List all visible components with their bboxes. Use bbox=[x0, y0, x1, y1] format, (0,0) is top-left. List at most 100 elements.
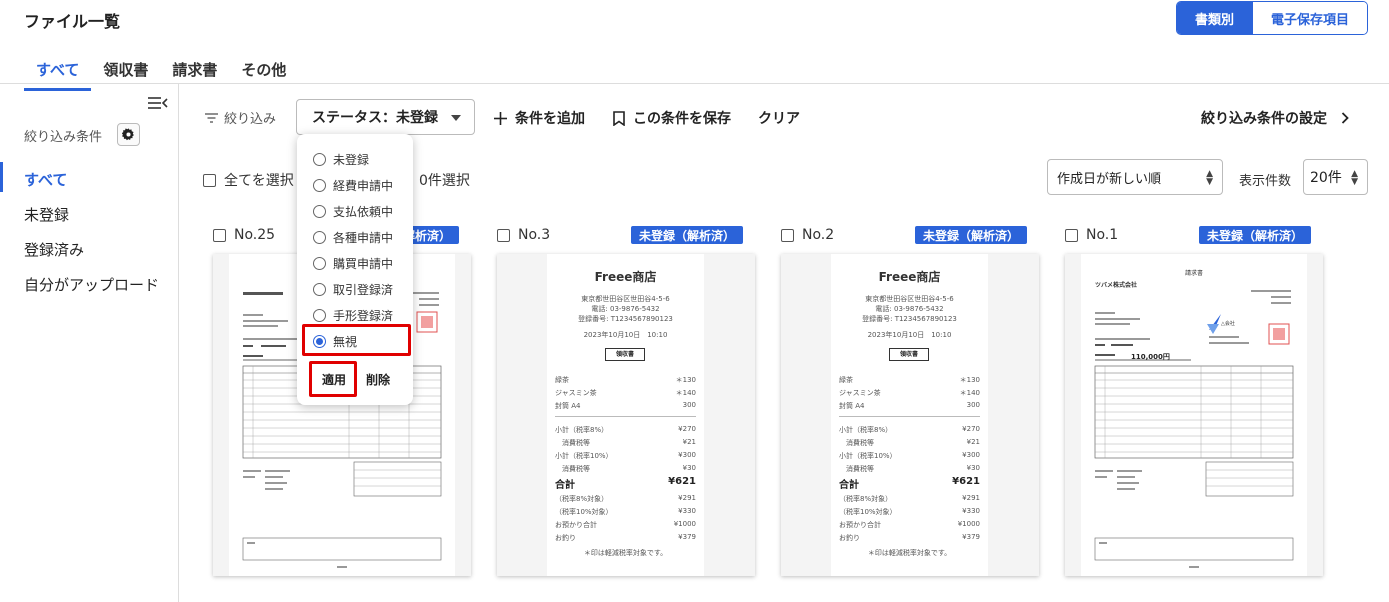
sidebar-collapse-icon[interactable] bbox=[148, 96, 168, 110]
receipt-tax-amount: ¥1000 bbox=[957, 520, 980, 528]
header-divider bbox=[0, 83, 1389, 84]
filter-settings-link[interactable]: 絞り込み条件の設定 bbox=[1201, 108, 1349, 128]
add-condition-button[interactable]: 条件を追加 bbox=[494, 108, 585, 128]
receipt-item-name: ジャスミン茶 bbox=[839, 389, 881, 397]
receipt-subtotal-name: 消費税等 bbox=[555, 465, 590, 473]
receipt-tax-row: （税率10%対象） ¥330 bbox=[555, 507, 696, 517]
receipt-item-row: ジャスミン茶 ＊140 bbox=[555, 388, 696, 398]
receipt-item-row: 緑茶 ＊130 bbox=[555, 375, 696, 385]
receipt-subtotal-name: 小計（税率8%） bbox=[555, 426, 609, 434]
view-by-document-button[interactable]: 書類別 bbox=[1177, 2, 1252, 34]
receipt-subtotal-name: 消費税等 bbox=[555, 439, 590, 447]
status-filter-select[interactable]: ステータス：未登録 bbox=[296, 99, 475, 135]
receipt-item-amount: ＊140 bbox=[675, 389, 696, 397]
bookmark-icon bbox=[613, 110, 625, 126]
receipt-tax-amount: ¥291 bbox=[962, 494, 980, 502]
sidebar-item-registered[interactable]: 登録済み bbox=[24, 239, 84, 260]
receipt-tax-amount: ¥1000 bbox=[673, 520, 696, 528]
radio-button[interactable] bbox=[313, 179, 326, 192]
add-condition-label: 条件を追加 bbox=[515, 111, 585, 127]
card-checkbox[interactable] bbox=[213, 229, 226, 242]
updown-icon: ▲ ▼ bbox=[1206, 169, 1213, 187]
receipt-subtotal-row: 小計（税率10%） ¥300 bbox=[839, 451, 980, 461]
caret-down-icon bbox=[451, 115, 461, 121]
card-number: No.3 bbox=[518, 227, 551, 243]
receipt-item-amount: ＊130 bbox=[675, 376, 696, 384]
status-option-transaction-registered[interactable]: 取引登録済 bbox=[313, 281, 393, 298]
receipt-item-row: 緑茶 ＊130 bbox=[839, 375, 980, 385]
receipt-address: 東京都世田谷区世田谷4-5-6 bbox=[581, 295, 670, 303]
receipt-subtotal-amount: ¥300 bbox=[678, 451, 696, 459]
status-option-label: 支払依頼中 bbox=[333, 205, 394, 219]
filter-label: 絞り込み bbox=[205, 108, 276, 127]
receipt-item-amount: ＊140 bbox=[959, 389, 980, 397]
status-option-payment-requesting[interactable]: 支払依頼中 bbox=[313, 203, 393, 220]
receipt-tax-amount: ¥330 bbox=[678, 507, 696, 515]
receipt-subtotal-name: 小計（税率8%） bbox=[839, 426, 893, 434]
document-thumbnail[interactable]: Freee商店 東京都世田谷区世田谷4-5-6 電話: 03-9876-5432… bbox=[497, 254, 755, 576]
select-all-checkbox[interactable] bbox=[203, 173, 216, 187]
receipt-subtotal-row: 小計（税率10%） ¥300 bbox=[555, 451, 696, 461]
per-page-select[interactable]: 20件 ▲ ▼ bbox=[1303, 159, 1368, 195]
radio-button[interactable] bbox=[313, 153, 326, 166]
receipt-item-row: 封筒 A4 300 bbox=[555, 401, 696, 411]
radio-button[interactable] bbox=[313, 309, 326, 322]
document-thumbnail[interactable]: 請求書 ツバメ株式会社 △会社 110,000円 bbox=[1065, 254, 1323, 576]
status-badge: 未登録（解析済） bbox=[630, 226, 743, 244]
filter-label-text: 絞り込み bbox=[224, 112, 277, 127]
status-option-label: 経費申請中 bbox=[333, 179, 394, 193]
receipt-datetime: 2023年10月10日 10:10 bbox=[867, 331, 952, 339]
status-option-purchase-applying[interactable]: 購買申請中 bbox=[313, 255, 393, 272]
receipt-separator bbox=[839, 416, 980, 417]
view-toggle: 書類別 電子保存項目 bbox=[1176, 1, 1368, 35]
receipt-registration: 登録番号: T1234567890123 bbox=[862, 315, 957, 323]
filter-conditions-label: 絞り込み条件 bbox=[24, 130, 103, 145]
save-condition-label: この条件を保存 bbox=[633, 111, 731, 127]
receipt-tax-row: お釣り ¥379 bbox=[555, 533, 696, 543]
delete-button[interactable]: 削除 bbox=[366, 371, 390, 388]
document-card[interactable]: No.2 未登録（解析済） Freee商店 東京都世田谷区世田谷4-5-6 電話… bbox=[781, 226, 1039, 576]
receipt-total-amount: ¥621 bbox=[952, 476, 980, 487]
radio-button[interactable] bbox=[313, 231, 326, 244]
sidebar-item-my-uploads[interactable]: 自分がアップロード bbox=[24, 274, 159, 295]
filter-icon bbox=[205, 112, 218, 123]
receipt-item-name: 封筒 A4 bbox=[555, 402, 581, 410]
select-all-label: 全てを選択 bbox=[224, 173, 294, 189]
card-checkbox[interactable] bbox=[497, 229, 510, 242]
status-filter-value: ステータス：未登録 bbox=[312, 110, 438, 126]
status-option-unregistered[interactable]: 未登録 bbox=[313, 151, 369, 168]
document-thumbnail[interactable]: Freee商店 東京都世田谷区世田谷4-5-6 電話: 03-9876-5432… bbox=[781, 254, 1039, 576]
filter-conditions-settings-button[interactable] bbox=[117, 123, 140, 146]
receipt-tax-row: （税率8%対象） ¥291 bbox=[555, 494, 696, 504]
radio-button[interactable] bbox=[313, 257, 326, 270]
receipt-tax-name: （税率8%対象） bbox=[839, 495, 893, 503]
sidebar-item-all[interactable]: すべて bbox=[24, 169, 67, 190]
receipt-subtotal-row: 消費税等 ¥30 bbox=[839, 464, 980, 474]
clear-button[interactable]: クリア bbox=[758, 108, 800, 128]
receipt-subtotal-amount: ¥300 bbox=[962, 451, 980, 459]
receipt-item-name: 緑茶 bbox=[555, 376, 569, 384]
receipt-item-row: ジャスミン茶 ＊140 bbox=[839, 388, 980, 398]
sort-order-select[interactable]: 作成日が新しい順 ▲ ▼ bbox=[1047, 159, 1223, 195]
receipt-tax-row: お釣り ¥379 bbox=[839, 533, 980, 543]
view-electronic-storage-button[interactable]: 電子保存項目 bbox=[1252, 2, 1367, 34]
card-number: No.25 bbox=[234, 227, 276, 243]
receipt-tax-name: お預かり合計 bbox=[839, 521, 881, 529]
document-card[interactable]: No.1 未登録（解析済） 請求書 ツバメ株式会社 △会社 110,000円 bbox=[1065, 226, 1323, 576]
receipt-total-row: 合計 ¥621 bbox=[555, 476, 696, 491]
document-card[interactable]: No.3 未登録（解析済） Freee商店 東京都世田谷区世田谷4-5-6 電話… bbox=[497, 226, 755, 576]
save-condition-button[interactable]: この条件を保存 bbox=[613, 108, 731, 128]
status-option-bill-registered[interactable]: 手形登録済 bbox=[313, 307, 393, 324]
radio-button[interactable] bbox=[313, 205, 326, 218]
select-all[interactable]: 全てを選択 bbox=[203, 170, 294, 190]
status-option-expense-applying[interactable]: 経費申請中 bbox=[313, 177, 393, 194]
receipt-tax-row: お預かり合計 ¥1000 bbox=[839, 520, 980, 530]
status-option-various-applying[interactable]: 各種申請中 bbox=[313, 229, 393, 246]
receipt-subtotal-name: 消費税等 bbox=[839, 439, 874, 447]
radio-button[interactable] bbox=[313, 283, 326, 296]
receipt-page: Freee商店 東京都世田谷区世田谷4-5-6 電話: 03-9876-5432… bbox=[547, 254, 704, 576]
card-checkbox[interactable] bbox=[1065, 229, 1078, 242]
receipt-tax-name: （税率8%対象） bbox=[555, 495, 609, 503]
card-checkbox[interactable] bbox=[781, 229, 794, 242]
sidebar-item-unregistered[interactable]: 未登録 bbox=[24, 204, 69, 225]
